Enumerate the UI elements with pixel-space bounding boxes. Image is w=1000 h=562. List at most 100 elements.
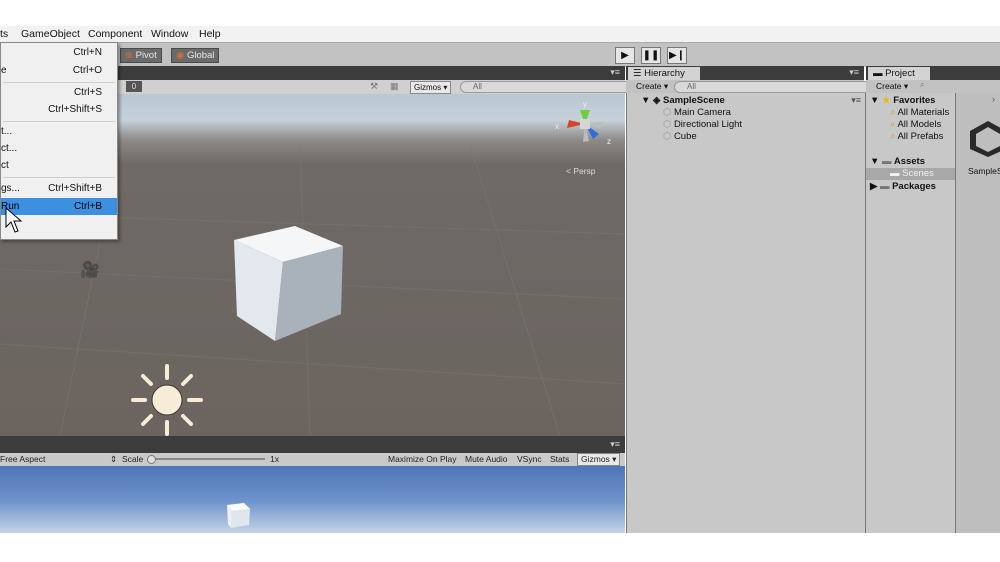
unity-scene-asset-icon[interactable]: [968, 119, 1000, 159]
stats-toggle[interactable]: Stats: [550, 454, 569, 464]
menu-item-label: gs...: [1, 183, 20, 194]
hierarchy-panel: ▼ ◈ SampleScene ▾≡ ⬡ Main Camera ⬡ Direc…: [626, 93, 866, 533]
play-button[interactable]: ▶: [615, 47, 635, 64]
bottom-blank-area: [0, 533, 1000, 562]
expand-arrow-icon: ▼: [870, 156, 880, 167]
game-gizmos-dropdown[interactable]: Gizmos ▾: [577, 453, 621, 466]
aspect-dropdown-arrow[interactable]: ⇕: [110, 454, 117, 465]
play-icon: ▶: [621, 50, 629, 61]
gameobject-icon: ⬡: [663, 119, 672, 130]
expand-arrow-icon: ▼: [870, 95, 880, 106]
mouse-cursor-icon: [5, 207, 23, 233]
scene-name: SampleScene: [663, 95, 725, 106]
camera-icon[interactable]: 🎥: [80, 260, 100, 280]
pivot-toggle[interactable]: ⊕ Pivot: [120, 48, 162, 63]
menu-item-label: t...: [1, 126, 13, 137]
project-create-button[interactable]: Create ▾: [876, 81, 908, 92]
packages-row[interactable]: ▶ ▬ Packages: [870, 181, 936, 192]
scenes-folder-row[interactable]: ▬ Scenes: [866, 168, 955, 180]
project-tab-label: Project: [885, 68, 915, 79]
aspect-dropdown[interactable]: Free Aspect: [0, 454, 45, 464]
file-menu-open-project[interactable]: ct...: [1, 140, 117, 157]
scene-menu-icon[interactable]: ▾≡: [851, 95, 861, 106]
search-icon: ⌕: [890, 119, 896, 130]
project-toolbar: Create ▾ ⌕: [866, 80, 1000, 93]
project-create-label: Create: [876, 81, 902, 91]
hierarchy-item-directional-light[interactable]: ⬡ Directional Light: [663, 119, 742, 130]
project-search-icon[interactable]: ⌕: [920, 80, 924, 90]
scene-search-input[interactable]: All: [460, 81, 634, 93]
file-menu-new-scene[interactable]: Ctrl+N: [1, 44, 117, 61]
menu-item-label: ct...: [1, 143, 18, 154]
gameobject-icon: ⬡: [663, 107, 672, 118]
menu-window[interactable]: Window: [151, 28, 188, 40]
menu-component[interactable]: Component: [88, 28, 142, 40]
global-toggle[interactable]: ◉ Global: [171, 48, 220, 63]
persp-label[interactable]: < Persp: [566, 166, 596, 176]
pause-button[interactable]: ❚❚: [641, 47, 661, 64]
hierarchy-item-main-camera[interactable]: ⬡ Main Camera: [663, 107, 731, 118]
light-icon[interactable]: [128, 362, 208, 436]
menu-bar: ts GameObject Component Window Help: [0, 26, 1000, 42]
game-panel-menu-icon[interactable]: ▾≡: [610, 439, 620, 450]
mute-audio-toggle[interactable]: Mute Audio: [465, 454, 508, 464]
file-menu-build-settings[interactable]: gs... Ctrl+Shift+B: [1, 180, 117, 197]
file-menu-save-as[interactable]: Ctrl+Shift+S: [1, 101, 117, 118]
chevron-right-icon[interactable]: ›: [992, 94, 995, 104]
favorites-item-materials[interactable]: ⌕ All Materials: [890, 107, 949, 118]
hierarchy-item-cube[interactable]: ⬡ Cube: [663, 131, 697, 142]
hierarchy-item-label: Directional Light: [673, 119, 743, 130]
game-gizmos-label: Gizmos: [581, 454, 610, 464]
scale-value: 1x: [270, 454, 279, 464]
scene-toolbar-field[interactable]: 0: [126, 81, 142, 92]
file-menu-new-project[interactable]: t...: [1, 123, 117, 140]
collapse-arrow-icon: ▶: [870, 181, 878, 192]
game-cube: [227, 503, 250, 528]
pause-icon: ❚❚: [642, 50, 660, 61]
axis-y-label: y: [583, 100, 587, 109]
scene-grid-icon[interactable]: ▦: [390, 81, 399, 92]
orientation-gizmo[interactable]: y x z: [553, 98, 623, 162]
file-menu-open-scene[interactable]: e Ctrl+O: [1, 62, 117, 79]
gameobject-icon: ⬡: [663, 131, 672, 142]
global-icon: ◉: [176, 50, 185, 61]
asset-label[interactable]: SampleS: [968, 166, 1000, 176]
assets-label: Assets: [893, 156, 926, 167]
global-label: Global: [186, 50, 215, 61]
step-icon: ▶❙: [668, 50, 686, 61]
favorites-item-prefabs[interactable]: ⌕ All Prefabs: [890, 131, 943, 142]
favorites-item-models[interactable]: ⌕ All Models: [890, 119, 941, 130]
favorites-row[interactable]: ▼ ★ Favorites: [870, 95, 935, 106]
game-tabstrip: ▾≡: [0, 436, 625, 453]
assets-row[interactable]: ▼ ▬ Assets: [870, 156, 925, 167]
scenes-label: Scenes: [902, 168, 934, 179]
file-menu-save[interactable]: Ctrl+S: [1, 84, 117, 101]
packages-label: Packages: [892, 181, 936, 192]
favorites-label: Favorites: [893, 95, 936, 106]
star-icon: ★: [882, 95, 891, 106]
favorites-item-label: All Models: [897, 119, 942, 130]
menu-assets[interactable]: ts: [0, 28, 8, 40]
gizmos-dropdown[interactable]: Gizmos ▾: [410, 81, 452, 94]
hierarchy-panel-menu-icon[interactable]: ▾≡: [849, 67, 859, 78]
hierarchy-search-input[interactable]: All: [674, 81, 873, 93]
scene-root-row[interactable]: ▼ ◈ SampleScene: [641, 95, 725, 106]
cube-object[interactable]: [225, 222, 355, 342]
step-button[interactable]: ▶❙: [667, 47, 687, 64]
menu-item-shortcut: Ctrl+B: [73, 201, 102, 212]
file-menu-save-project[interactable]: ct: [1, 157, 117, 174]
scale-slider-handle[interactable]: [147, 455, 156, 464]
scene-panel-menu-icon[interactable]: ▾≡: [610, 67, 620, 78]
tab-hierarchy[interactable]: ☰ Hierarchy: [628, 67, 700, 80]
maximize-on-play-toggle[interactable]: Maximize On Play: [388, 454, 457, 464]
menu-gameobject[interactable]: GameObject: [21, 28, 80, 40]
scale-slider[interactable]: [150, 458, 265, 460]
hierarchy-create-button[interactable]: Create ▾: [636, 81, 668, 92]
scene-tools-icon[interactable]: ⚒: [370, 81, 378, 92]
tab-project[interactable]: ▬ Project: [868, 67, 930, 80]
game-viewport[interactable]: [0, 466, 625, 533]
vsync-toggle[interactable]: VSync: [517, 454, 542, 464]
scale-label: Scale: [122, 454, 144, 464]
axis-x-label: x: [555, 122, 559, 131]
menu-help[interactable]: Help: [199, 28, 221, 40]
